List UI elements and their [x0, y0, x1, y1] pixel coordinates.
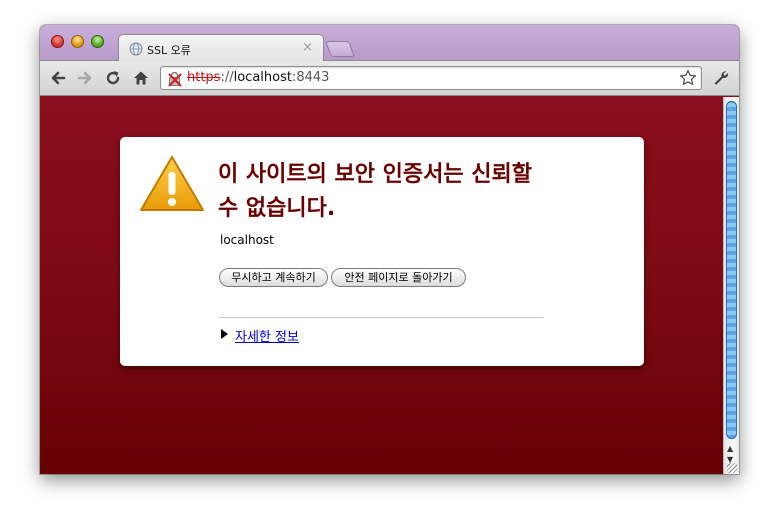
url-separator: ://	[220, 70, 234, 85]
back-to-safety-button[interactable]: 안전 페이지로 돌아가기	[331, 268, 466, 287]
forward-arrow-icon	[77, 71, 92, 85]
globe-icon	[129, 42, 143, 56]
more-info-link[interactable]: 자세한 정보	[235, 326, 299, 345]
broken-lock-icon	[168, 71, 182, 87]
vertical-scrollbar[interactable]: ▲ ▼	[723, 97, 739, 474]
zoom-window-button[interactable]	[91, 35, 104, 48]
close-window-button[interactable]	[51, 35, 64, 48]
reload-icon	[106, 71, 120, 85]
divider	[219, 317, 543, 318]
toolbar: https://localhost:8443	[40, 61, 739, 96]
resize-grip-icon[interactable]	[727, 463, 737, 473]
wrench-icon	[714, 71, 729, 85]
tab-strip: SSL 오류 ×	[40, 25, 739, 62]
url-host: localhost	[233, 70, 292, 85]
url-text: https://localhost:8443	[187, 70, 329, 85]
home-icon	[134, 71, 148, 85]
page-title: 이 사이트의 보안 인증서는 신뢰할 수 없습니다.	[218, 162, 532, 221]
home-button[interactable]	[131, 68, 151, 88]
tab-title: SSL 오류	[147, 44, 191, 57]
back-arrow-icon	[51, 71, 66, 85]
back-button[interactable]	[48, 68, 68, 88]
url-scheme: https	[187, 70, 221, 85]
wrench-menu-button[interactable]	[711, 68, 731, 88]
new-tab-button[interactable]	[325, 41, 355, 57]
proceed-anyway-button[interactable]: 무시하고 계속하기	[219, 268, 328, 287]
scroll-up-icon[interactable]: ▲	[727, 444, 733, 453]
hostname-text: localhost	[220, 233, 274, 247]
ssl-warning-card: 이 사이트의 보안 인증서는 신뢰할 수 없습니다. localhost 무시하…	[120, 137, 644, 366]
browser-window: SSL 오류 × https://localhost:8443 이 사이트의 보…	[40, 25, 739, 474]
address-bar[interactable]: https://localhost:8443	[160, 66, 702, 90]
star-icon[interactable]	[679, 69, 697, 87]
url-port: :8443	[291, 70, 330, 85]
forward-button[interactable]	[75, 68, 95, 88]
tab-ssl-error[interactable]: SSL 오류 ×	[118, 34, 324, 62]
page-content: 이 사이트의 보안 인증서는 신뢰할 수 없습니다. localhost 무시하…	[40, 97, 723, 474]
tab-close-icon[interactable]: ×	[302, 40, 313, 56]
minimize-window-button[interactable]	[71, 35, 84, 48]
reload-button[interactable]	[103, 68, 123, 88]
disclosure-triangle-icon[interactable]	[221, 329, 228, 339]
warning-icon	[140, 156, 204, 211]
scrollbar-thumb[interactable]	[726, 101, 737, 439]
